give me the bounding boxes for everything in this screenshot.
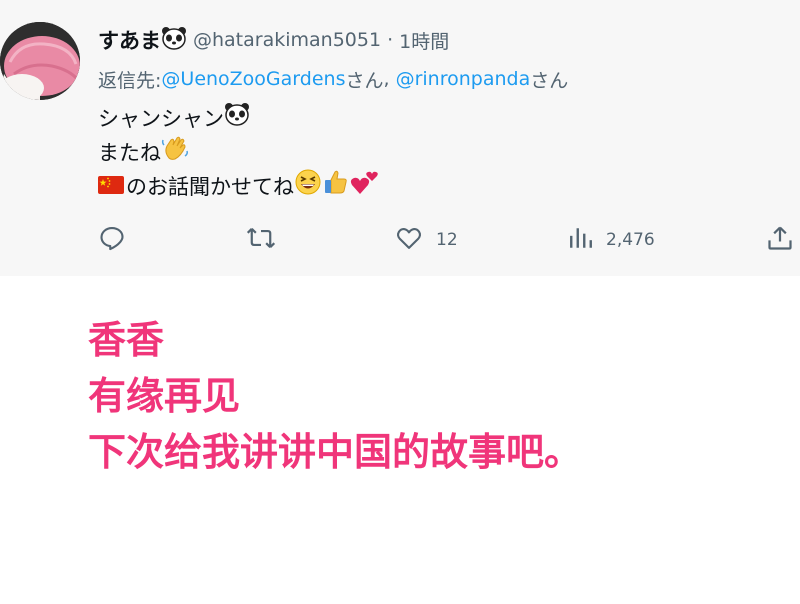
caption-line: 香香 bbox=[88, 318, 165, 362]
views-icon[interactable] bbox=[568, 224, 594, 256]
grinning-squinting-face-icon bbox=[294, 168, 322, 206]
panda-face-icon bbox=[161, 26, 187, 55]
share-icon[interactable] bbox=[766, 224, 794, 256]
replying-to: 返信先: @UenoZooGardens さん , @rinronpanda さ… bbox=[98, 64, 568, 94]
heart-icon[interactable] bbox=[394, 224, 424, 256]
like-button[interactable]: 12 bbox=[394, 222, 458, 258]
tweet-text: シャンシャン またね のお話聞かせてね bbox=[98, 102, 380, 204]
mention-honorific: さん bbox=[345, 69, 384, 92]
mention-rinronpanda[interactable]: @rinronpanda bbox=[396, 68, 531, 90]
tweet-line-text: のお話聞かせてね bbox=[126, 175, 294, 199]
china-flag-icon bbox=[98, 170, 124, 204]
retweet-icon[interactable] bbox=[246, 224, 276, 256]
views-count: 2,476 bbox=[606, 230, 655, 250]
retweet-button[interactable] bbox=[246, 222, 276, 258]
mention-uenozoogardens[interactable]: @UenoZooGardens bbox=[161, 68, 345, 90]
mention-joiner: , bbox=[383, 68, 396, 90]
tweet-timestamp[interactable]: 1時間 bbox=[399, 27, 449, 54]
avatar[interactable] bbox=[0, 22, 80, 100]
caption-line: 有缘再见 bbox=[88, 374, 241, 418]
tweet-card[interactable]: すあま @hatarakiman5051 · 1時間 返信先: @UenoZoo… bbox=[0, 0, 800, 276]
tweet-line: またね bbox=[98, 136, 380, 170]
tweet-actions: 12 2,476 bbox=[0, 222, 800, 258]
views-button[interactable]: 2,476 bbox=[568, 222, 655, 258]
translation-caption: 香香 有缘再见 下次给我讲讲中国的故事吧。 bbox=[88, 312, 582, 480]
display-name-text[interactable]: すあま bbox=[98, 25, 161, 55]
display-name[interactable]: すあま bbox=[98, 25, 187, 55]
header-separator: · bbox=[387, 29, 394, 51]
tweet-line-text: シャンシャン bbox=[98, 107, 224, 131]
tweet-line: のお話聞かせてね bbox=[98, 168, 380, 206]
replying-to-label: 返信先: bbox=[98, 69, 162, 92]
waving-hand-icon bbox=[161, 134, 189, 172]
tweet-header: すあま @hatarakiman5051 · 1時間 bbox=[98, 24, 449, 56]
mention-honorific: さん bbox=[530, 69, 569, 92]
reply-button[interactable] bbox=[98, 222, 126, 258]
share-button[interactable] bbox=[766, 222, 794, 258]
panda-face-icon bbox=[224, 102, 250, 136]
two-hearts-icon bbox=[350, 168, 380, 206]
tweet-line-text: またね bbox=[98, 141, 161, 165]
user-handle[interactable]: @hatarakiman5051 bbox=[193, 29, 381, 51]
thumbs-up-icon bbox=[322, 168, 350, 206]
reply-icon[interactable] bbox=[98, 224, 126, 256]
tweet-line: シャンシャン bbox=[98, 102, 380, 136]
like-count: 12 bbox=[436, 230, 458, 250]
caption-line: 下次给我讲讲中国的故事吧。 bbox=[88, 430, 583, 474]
